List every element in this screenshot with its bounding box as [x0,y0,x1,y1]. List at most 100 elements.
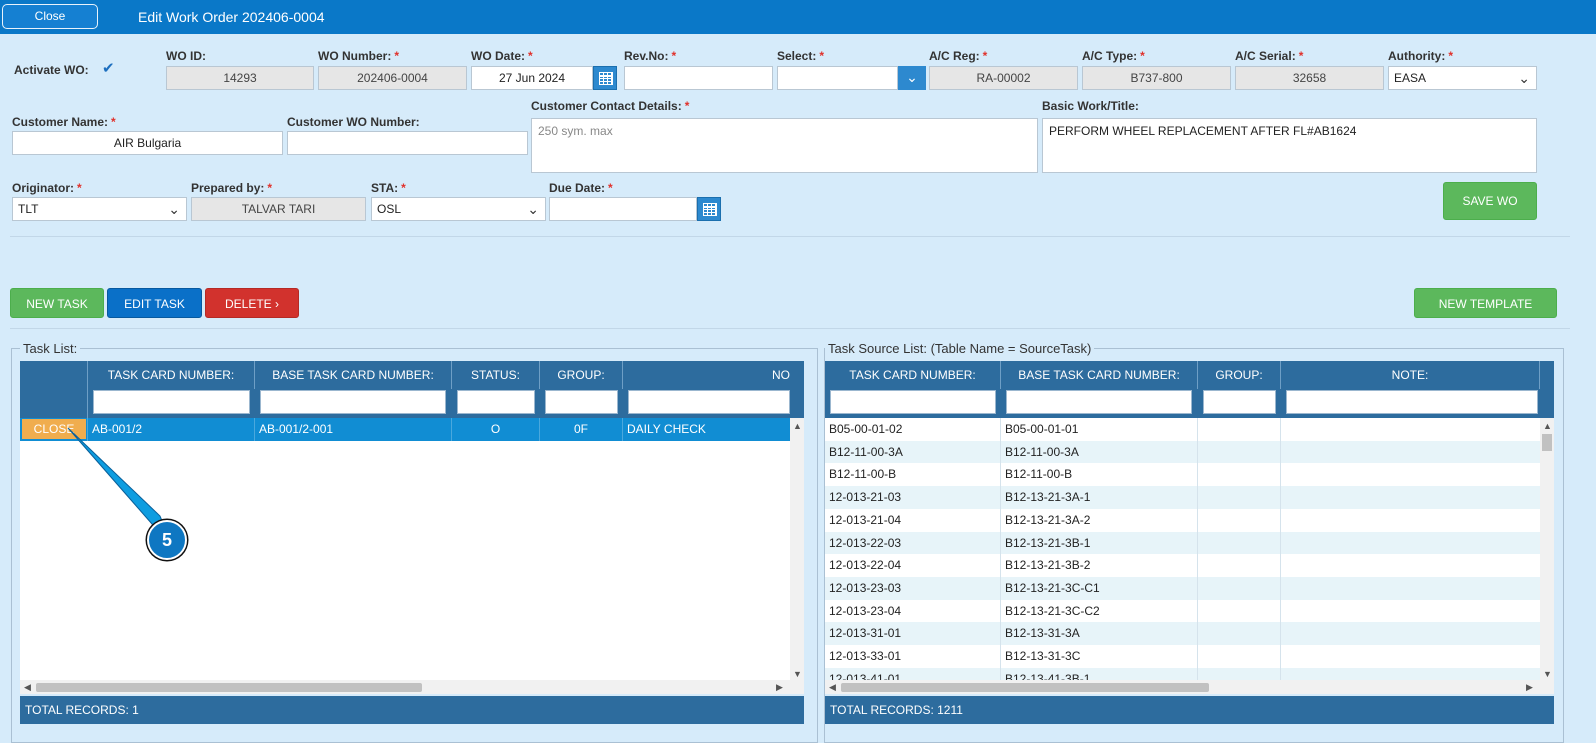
customer-contact-textarea[interactable]: 250 sym. max [531,118,1038,173]
note-cell [1281,532,1540,555]
table-row[interactable]: 12-013-23-03 B12-13-21-3C-C1 [825,576,1540,600]
header-scroll-gap [790,361,804,418]
group-cell [1198,576,1281,600]
scroll-left-icon[interactable]: ◀ [24,682,31,693]
chevron-down-icon: ⌄ [527,201,539,217]
column-header-base-task-card[interactable]: BASE TASK CARD NUMBER: [255,361,452,389]
scroll-right-icon[interactable]: ▶ [1526,682,1533,693]
group-cell [1198,440,1281,464]
column-header-task-card[interactable]: TASK CARD NUMBER: [88,361,255,389]
base-task-card-cell: B12-13-31-3A [1001,622,1198,646]
filter-task-card-input[interactable] [93,390,250,414]
column-header-status[interactable]: STATUS: [452,361,540,389]
group-cell [1198,645,1281,668]
wo-date-field[interactable]: 27 Jun 2024 [471,66,593,90]
select-field[interactable] [777,66,898,90]
table-row[interactable]: 12-013-22-04 B12-13-21-3B-2 [825,554,1540,578]
table-row[interactable]: B05-00-01-02 B05-00-01-01 [825,418,1540,441]
window-title: Edit Work Order 202406-0004 [138,9,325,25]
filter-base-task-card-input[interactable] [1006,390,1192,414]
task-source-vscroll[interactable]: ▲ ▼ [1540,418,1554,680]
table-row[interactable]: 12-013-33-01 B12-13-31-3C [825,645,1540,668]
scroll-left-icon[interactable]: ◀ [829,682,836,693]
table-row[interactable]: 12-013-31-01 B12-13-31-3A [825,622,1540,646]
filter-task-card-input[interactable] [830,390,996,414]
delete-button[interactable]: DELETE › [205,288,299,318]
hscroll-thumb[interactable] [36,683,422,692]
basic-work-textarea[interactable]: PERFORM WHEEL REPLACEMENT AFTER FL#AB162… [1042,118,1537,173]
originator-select[interactable]: TLT ⌄ [12,197,187,221]
vscroll-thumb[interactable] [1542,434,1552,451]
table-row[interactable]: 12-013-21-04 B12-13-21-3A-2 [825,508,1540,532]
table-row[interactable]: 12-013-41-01 B12-13-41-3B-1 [825,667,1540,680]
table-row[interactable]: B12-11-00-B B12-11-00-B [825,463,1540,487]
table-row[interactable]: 12-013-21-03 B12-13-21-3A-1 [825,486,1540,510]
task-card-cell: B12-11-00-B [825,463,1001,487]
sta-select[interactable]: OSL ⌄ [371,197,546,221]
base-task-card-cell: B12-11-00-B [1001,463,1198,487]
ac-serial-label: A/C Serial: * [1235,49,1304,63]
filter-group-input[interactable] [545,390,618,414]
due-date-label: Due Date: * [549,181,613,195]
column-header-group[interactable]: GROUP: [1198,361,1281,389]
base-task-card-cell: B12-13-21-3C-C1 [1001,576,1198,600]
table-row[interactable]: B12-11-00-3A B12-11-00-3A [825,440,1540,464]
scroll-down-icon[interactable]: ▼ [1543,669,1552,679]
column-header-note[interactable]: NOTE: [1281,361,1540,389]
column-header-note[interactable]: NO [623,361,790,389]
customer-name-field[interactable]: AIR Bulgaria [12,131,283,155]
scroll-down-icon[interactable]: ▼ [793,669,802,679]
base-task-card-cell: B12-13-21-3B-1 [1001,531,1198,555]
rev-no-field[interactable] [624,66,773,90]
task-card-cell: 12-013-23-04 [825,599,1001,623]
column-header-base-task-card[interactable]: BASE TASK CARD NUMBER: [1001,361,1198,389]
close-button[interactable]: Close [2,4,98,29]
task-source-hscroll[interactable]: ◀ ▶ [825,680,1554,694]
scroll-right-icon[interactable]: ▶ [776,682,783,693]
base-task-card-cell: B05-00-01-01 [1001,418,1198,441]
wo-id-label: WO ID: [166,49,206,63]
group-cell [1198,622,1281,646]
task-card-cell: 12-013-21-04 [825,508,1001,532]
column-header-group[interactable]: GROUP: [540,361,623,389]
filter-base-task-card-input[interactable] [260,390,446,414]
task-list-vscroll[interactable]: ▲ ▼ [790,418,804,680]
base-task-card-cell: B12-11-00-3A [1001,440,1198,464]
due-date-field[interactable] [549,197,697,221]
task-card-cell: 12-013-31-01 [825,622,1001,646]
filter-group-input[interactable] [1203,390,1276,414]
note-cell [1281,441,1540,464]
ac-serial-field: 32658 [1235,66,1384,90]
status-cell: O [452,418,540,441]
new-task-button[interactable]: NEW TASK [10,288,104,318]
new-template-button[interactable]: NEW TEMPLATE [1414,288,1557,318]
save-wo-button[interactable]: SAVE WO [1443,182,1537,220]
divider [10,328,1570,329]
activate-wo-checkbox[interactable]: ✔ [102,61,116,76]
note-cell [1281,486,1540,509]
filter-status-input[interactable] [457,390,535,414]
chevron-down-icon[interactable]: ⌄ [898,66,926,90]
group-cell [1198,418,1281,441]
task-source-total: TOTAL RECORDS: 1211 [825,696,1554,724]
filter-note-input[interactable] [1286,390,1538,414]
edit-task-button[interactable]: EDIT TASK [107,288,202,318]
scroll-up-icon[interactable]: ▲ [793,421,802,431]
wo-date-calendar-icon[interactable] [593,66,617,90]
authority-select[interactable]: EASA ⌄ [1388,66,1537,90]
note-cell [1281,622,1540,645]
task-list-hscroll[interactable]: ◀ ▶ [20,680,804,694]
filter-note-input[interactable] [628,390,790,414]
sta-label: STA: * [371,181,406,195]
customer-contact-label: Customer Contact Details: * [531,99,690,113]
customer-wo-number-field[interactable] [287,131,528,155]
chevron-down-icon: ⌄ [1518,70,1530,86]
due-date-calendar-icon[interactable] [697,197,721,221]
originator-label: Originator: * [12,181,82,195]
table-row[interactable]: 12-013-23-04 B12-13-21-3C-C2 [825,599,1540,623]
table-row[interactable]: 12-013-22-03 B12-13-21-3B-1 [825,531,1540,555]
scroll-up-icon[interactable]: ▲ [1543,421,1552,431]
column-header-task-card[interactable]: TASK CARD NUMBER: [825,361,1001,389]
hscroll-thumb[interactable] [841,683,1209,692]
group-cell [1198,667,1281,680]
